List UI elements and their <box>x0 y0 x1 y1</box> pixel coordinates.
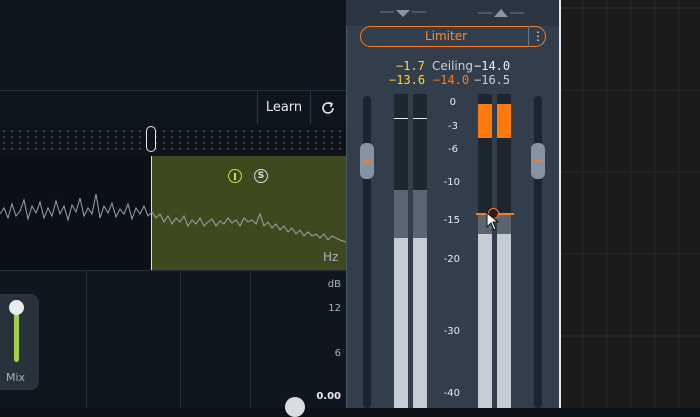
collapse-down-icon[interactable] <box>380 8 430 18</box>
mix-slider-handle[interactable] <box>9 300 24 315</box>
gain-reduction-meter-right <box>497 104 511 138</box>
limiter-mode-label: Limiter <box>424 29 468 43</box>
mix-label: Mix <box>6 371 26 384</box>
gain-reduction-readout: −14.0 <box>433 73 470 87</box>
meter-scale-tick: -40 <box>443 388 460 399</box>
input-rms-readout: −13.6 <box>389 73 426 87</box>
gain-reduction-meter-left <box>478 104 492 138</box>
input-fader-handle[interactable] <box>360 143 374 179</box>
meter-scale-tick: -20 <box>443 254 460 265</box>
meter-scale-tick: -10 <box>443 177 460 188</box>
input-meter-right <box>413 94 427 408</box>
level-axis-unit: dB <box>327 279 341 290</box>
arrange-grid <box>561 0 700 408</box>
output-gain-handle[interactable] <box>285 397 305 417</box>
meter-scale-tick: -30 <box>443 326 460 337</box>
solo-toggle[interactable]: S <box>254 169 268 183</box>
meter-scale-tick: -3 <box>448 121 458 132</box>
ceiling-readout[interactable]: −14.0 <box>474 59 510 73</box>
output-meter-left <box>478 94 492 408</box>
expand-up-icon[interactable] <box>478 8 528 18</box>
level-tick: 0.00 <box>316 391 341 402</box>
frequency-unit-label: Hz <box>323 250 339 264</box>
output-rms-readout: −16.5 <box>474 73 511 87</box>
meter-scale-tick: 0 <box>449 97 456 108</box>
ceiling-label: Ceiling <box>432 59 473 73</box>
limiter-menu-button[interactable]: ⋮ <box>528 26 547 47</box>
waveform-trace <box>0 193 346 243</box>
refresh-icon <box>322 101 334 114</box>
learn-button[interactable]: Learn <box>257 91 311 124</box>
reset-button[interactable] <box>310 91 346 124</box>
level-graph <box>0 271 346 408</box>
input-meter-left <box>394 94 408 408</box>
level-tick: 12 <box>328 303 341 314</box>
meter-scale-tick: -6 <box>448 144 458 155</box>
level-tick: 6 <box>334 348 341 359</box>
cursor-pointer-icon <box>486 212 500 231</box>
playhead-handle[interactable] <box>146 126 156 152</box>
meter-scale-tick: -15 <box>443 215 460 226</box>
listen-toggle[interactable] <box>228 169 242 183</box>
timeline-ruler[interactable] <box>0 126 346 156</box>
output-meter-right <box>497 94 511 408</box>
input-peak-readout: −1.7 <box>396 59 425 73</box>
output-fader-handle[interactable] <box>531 143 545 179</box>
